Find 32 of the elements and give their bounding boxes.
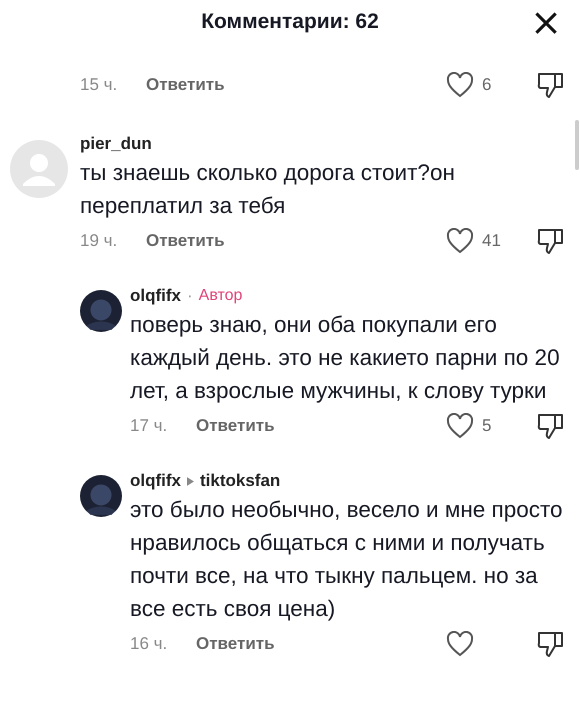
username[interactable]: olqfifx — [130, 286, 181, 306]
reply-link[interactable]: Ответить — [146, 231, 225, 251]
comment-time: 19 ч. — [80, 231, 118, 251]
like-count: 5 — [482, 416, 492, 435]
heart-icon[interactable] — [446, 72, 474, 98]
dislike-icon[interactable] — [536, 227, 564, 255]
triangle-icon — [187, 476, 194, 486]
header-title: Комментарии: 62 — [201, 10, 379, 34]
username[interactable]: olqfifx — [130, 471, 181, 491]
comment-time: 15 ч. — [80, 75, 118, 95]
author-label: Автор — [198, 287, 242, 305]
heart-icon[interactable] — [446, 413, 474, 439]
dislike-icon[interactable] — [536, 412, 564, 440]
reply-link[interactable]: Ответить — [146, 75, 225, 95]
like-count: 6 — [482, 75, 492, 94]
comment-time: 17 ч. — [130, 416, 168, 436]
scrollbar[interactable] — [575, 120, 579, 170]
reply-link[interactable]: Ответить — [196, 416, 275, 436]
close-button[interactable]: × — [530, 4, 562, 40]
heart-icon[interactable] — [446, 631, 474, 657]
username[interactable]: tiktoksfan — [200, 471, 280, 491]
heart-icon[interactable] — [446, 228, 474, 254]
comment-time: 16 ч. — [130, 634, 168, 654]
separator-dot: · — [187, 286, 193, 306]
dislike-icon[interactable] — [536, 71, 564, 99]
dislike-icon[interactable] — [536, 630, 564, 658]
reply-link[interactable]: Ответить — [196, 634, 275, 654]
comment-text: ты знаешь сколько дорога стоит?он переплатил за тебя — [80, 159, 456, 220]
comment-text: поверь знаю, они оба покупали его каждый день. это не какието парни по 20 лет, а взрослые мужчины, к слову турки — [130, 311, 561, 405]
like-count: 41 — [482, 231, 501, 250]
username[interactable]: pier_dun — [80, 134, 152, 154]
comment-text: это было необычно, весело и мне просто нравилось общаться с ними и получать почти все, на что тыкну пальцем. но за все есть своя цена) — [130, 496, 564, 623]
